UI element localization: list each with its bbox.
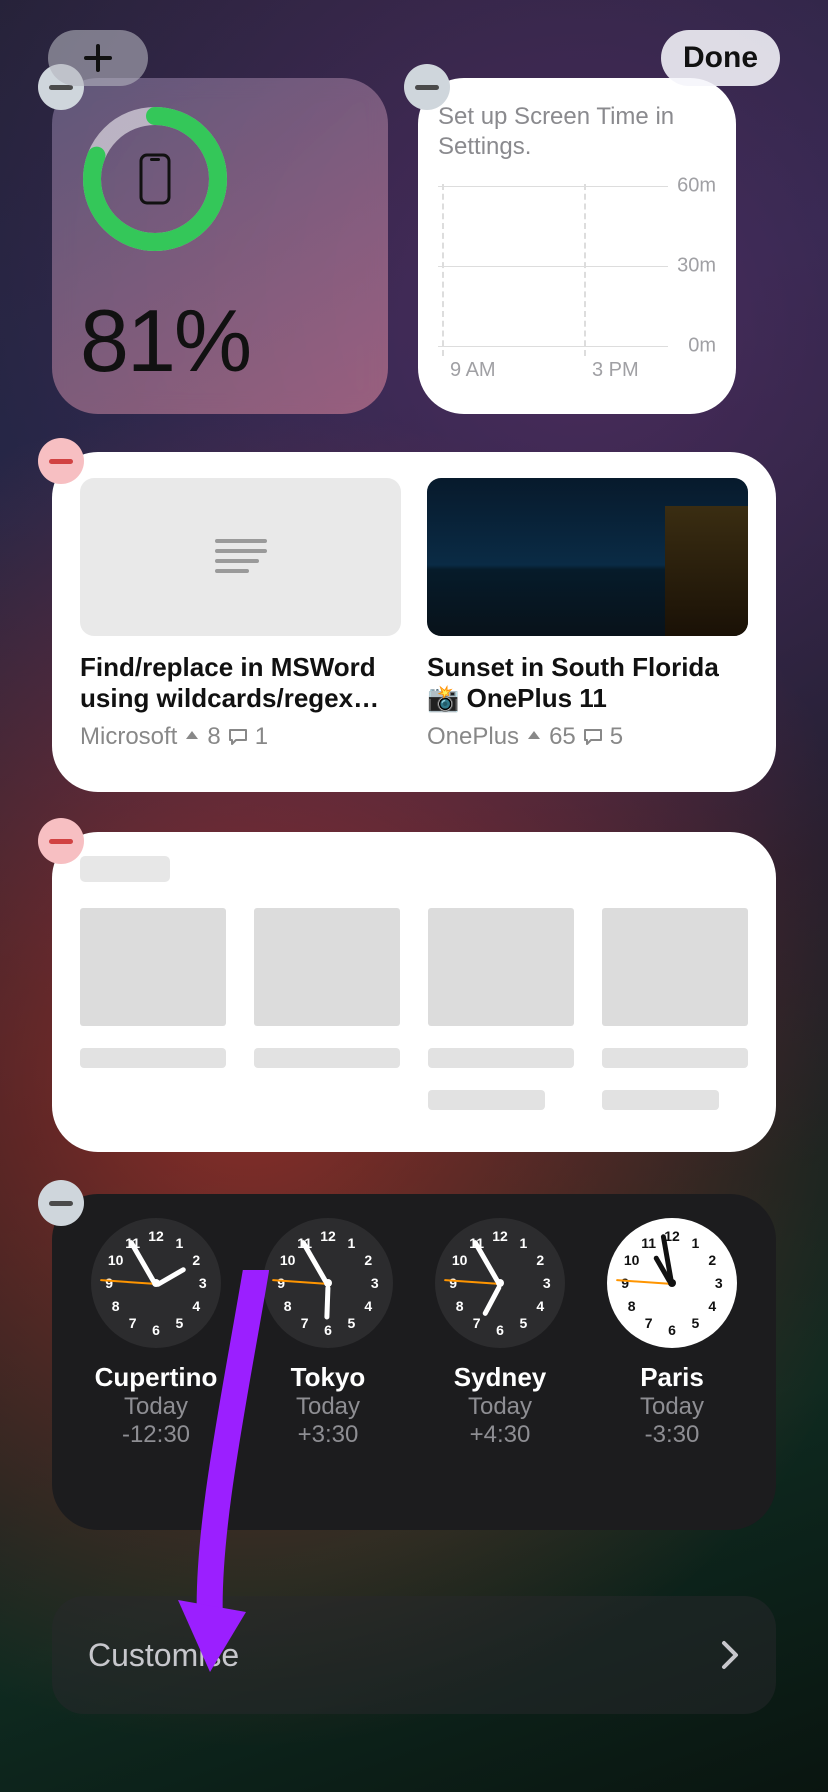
chevron-right-icon (720, 1639, 740, 1671)
world-clock-item: 121234567891011 TokyoToday+3:30 (242, 1218, 414, 1520)
comment-icon (227, 726, 249, 748)
comment-icon (582, 726, 604, 748)
remove-placeholder-widget-button[interactable] (38, 818, 84, 864)
clock-offset: -12:30 (122, 1421, 190, 1449)
remove-posts-widget-button[interactable] (38, 438, 84, 484)
post-photo-thumbnail (427, 478, 748, 636)
clock-offset: -3:30 (645, 1421, 700, 1449)
world-clock-item: 121234567891011 CupertinoToday-12:30 (70, 1218, 242, 1520)
battery-widget[interactable]: 81% (52, 78, 388, 414)
post-article-thumbnail (80, 478, 401, 636)
clock-face: 121234567891011 (435, 1218, 565, 1348)
x-label-3pm: 3 PM (592, 359, 639, 382)
post-comments: 5 (610, 723, 623, 751)
post-meta: OnePlus 65 5 (427, 723, 748, 751)
customise-label: Customise (88, 1637, 239, 1674)
screen-time-widget[interactable]: Set up Screen Time in Settings. 60m 30m … (418, 78, 736, 414)
clock-city: Cupertino (95, 1362, 218, 1393)
posts-widget[interactable]: Find/replace in MSWord using wildcards/r… (52, 452, 776, 792)
article-icon (215, 537, 267, 577)
y-label-0m: 0m (688, 335, 716, 358)
upvote-icon (183, 728, 201, 746)
screen-time-message: Set up Screen Time in Settings. (438, 102, 716, 162)
world-clock-item: 121234567891011 ParisToday-3:30 (586, 1218, 758, 1520)
x-label-9am: 9 AM (450, 359, 496, 382)
post-community: Microsoft (80, 723, 177, 751)
post-item[interactable]: Sunset in South Florida 📸 OnePlus 11 OneP… (427, 478, 748, 751)
loading-widget[interactable] (52, 832, 776, 1152)
battery-percentage: 81% (80, 290, 250, 392)
world-clock-item: 121234567891011 SydneyToday+4:30 (414, 1218, 586, 1520)
post-title: Find/replace in MSWord using wildcards/r… (80, 652, 401, 713)
add-widget-button[interactable] (48, 30, 148, 86)
y-label-60m: 60m (677, 175, 716, 198)
customise-button[interactable]: Customise (52, 1596, 776, 1714)
clock-face: 121234567891011 (263, 1218, 393, 1348)
clock-offset: +3:30 (298, 1421, 359, 1449)
post-item[interactable]: Find/replace in MSWord using wildcards/r… (80, 478, 401, 751)
post-upvotes: 65 (549, 723, 576, 751)
clock-day: Today (468, 1393, 532, 1421)
clock-day: Today (124, 1393, 188, 1421)
post-title: Sunset in South Florida 📸 OnePlus 11 (427, 652, 748, 713)
clock-offset: +4:30 (470, 1421, 531, 1449)
clock-city: Sydney (454, 1362, 547, 1393)
clock-day: Today (640, 1393, 704, 1421)
world-clock-widget[interactable]: 121234567891011CupertinoToday-12:3012123… (52, 1194, 776, 1530)
post-meta: Microsoft 8 1 (80, 723, 401, 751)
post-comments: 1 (255, 723, 268, 751)
remove-world-clock-widget-button[interactable] (38, 1180, 84, 1226)
clock-face: 121234567891011 (607, 1218, 737, 1348)
phone-icon (138, 152, 172, 206)
done-label: Done (683, 41, 758, 75)
upvote-icon (525, 728, 543, 746)
clock-city: Paris (640, 1362, 704, 1393)
y-label-30m: 30m (677, 255, 716, 278)
screen-time-chart: 60m 30m 0m 9 AM 3 PM (438, 178, 716, 382)
battery-ring (80, 104, 230, 254)
clock-face: 121234567891011 (91, 1218, 221, 1348)
placeholder-title (80, 856, 170, 882)
post-community: OnePlus (427, 723, 519, 751)
post-upvotes: 8 (207, 723, 220, 751)
done-button[interactable]: Done (661, 30, 780, 86)
clock-city: Tokyo (291, 1362, 366, 1393)
plus-icon (82, 42, 114, 74)
clock-day: Today (296, 1393, 360, 1421)
